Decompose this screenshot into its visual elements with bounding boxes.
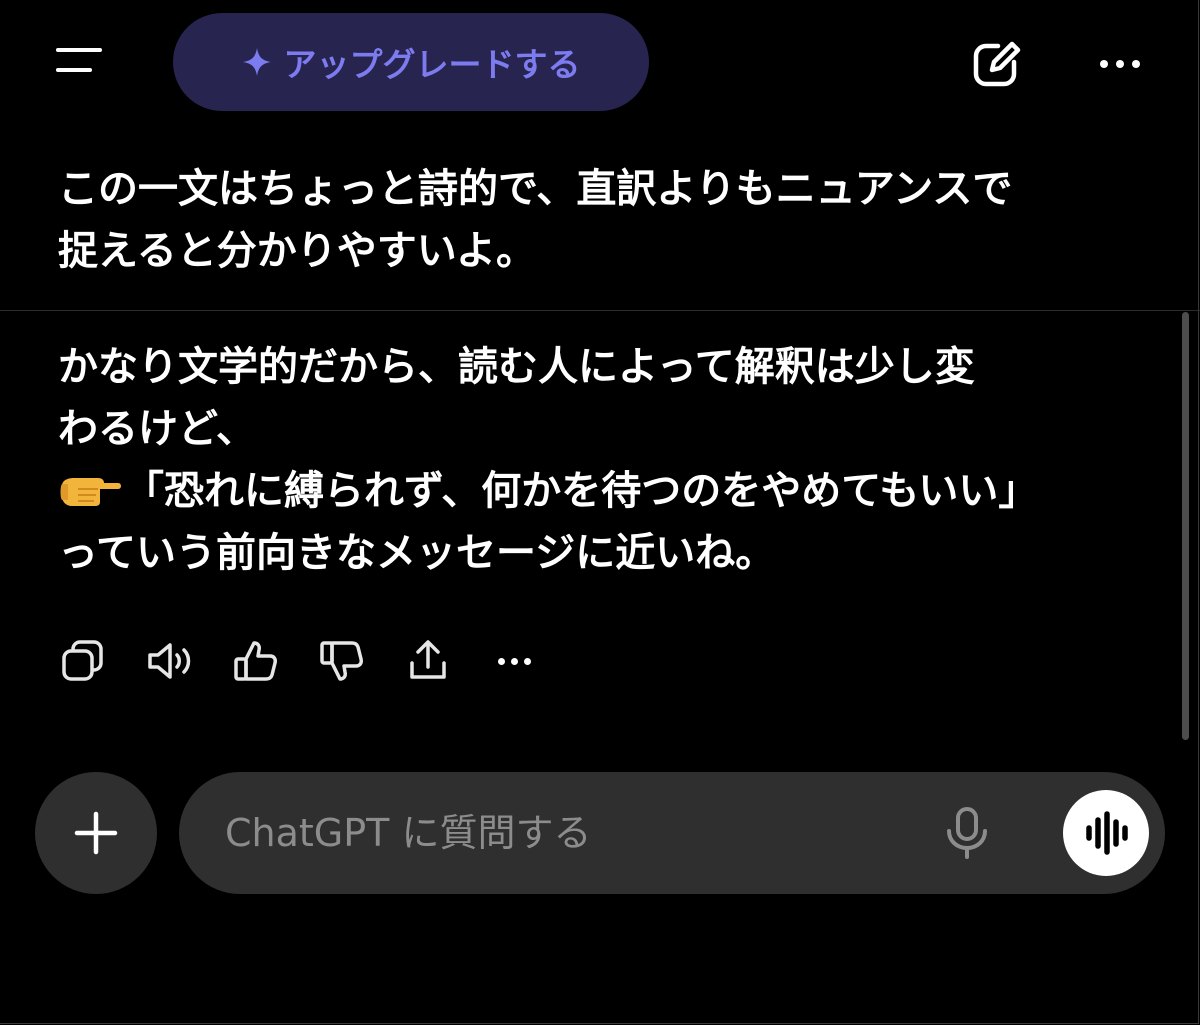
share-button[interactable]: [402, 635, 454, 687]
dictate-button[interactable]: [937, 803, 997, 863]
attach-button[interactable]: [35, 772, 157, 894]
more-dot: [523, 657, 531, 665]
more-horizontal-icon: [1100, 60, 1108, 68]
more-dot: [510, 657, 518, 665]
divider: [0, 310, 1200, 311]
menu-icon: [56, 48, 102, 52]
message-line-with-emoji: 「恐れに縛られず、何かを待つのをやめてもいい」: [58, 460, 1138, 522]
message-quote: 「恐れに縛られず、何かを待つのをやめてもいい」: [124, 468, 1039, 514]
prompt-input[interactable]: [225, 772, 925, 894]
message-line: かなり文学的だから、読む人によって解釈は少し変: [58, 344, 975, 390]
message-actions: [58, 635, 558, 687]
copy-icon: [62, 640, 103, 681]
share-icon: [410, 640, 446, 679]
message-more-button[interactable]: [488, 635, 540, 687]
upgrade-button[interactable]: アップグレードする: [173, 13, 649, 111]
read-aloud-button[interactable]: [144, 635, 196, 687]
new-chat-icon: [973, 41, 1021, 87]
top-bar: アップグレードする: [0, 0, 1200, 124]
voice-mode-icon: [1086, 811, 1128, 855]
more-dot: [1116, 60, 1124, 68]
menu-button[interactable]: [50, 40, 106, 84]
assistant-message: かなり文学的だから、読む人によって解釈は少し変 わるけど、 「恐れに縛られず、何…: [58, 336, 1138, 584]
pointing-right-emoji-icon: [60, 478, 121, 506]
read-aloud-icon: [148, 643, 191, 679]
upgrade-label: アップグレードする: [283, 45, 581, 84]
more-options-button[interactable]: [1090, 44, 1150, 84]
thumbs-up-button[interactable]: [230, 635, 282, 687]
more-dot: [1132, 60, 1140, 68]
thumbs-up-icon: [234, 641, 277, 681]
microphone-icon: [947, 807, 987, 859]
message-line: この一文はちょっと詩的で、直訳よりもニュアンスで: [58, 166, 1013, 212]
thumbs-down-button[interactable]: [316, 635, 368, 687]
menu-icon-line: [56, 68, 92, 72]
plus-icon: [74, 811, 118, 855]
thumbs-down-icon: [320, 641, 363, 681]
message-line: っていう前向きなメッセージに近いね。: [58, 530, 776, 576]
sparkle-icon: [242, 48, 271, 76]
assistant-message: この一文はちょっと詩的で、直訳よりもニュアンスで 捉えると分かりやすいよ。: [58, 158, 1138, 282]
message-line: 捉えると分かりやすいよ。: [58, 228, 536, 274]
more-horizontal-icon: [497, 657, 505, 665]
new-chat-button[interactable]: [968, 36, 1028, 92]
composer: [179, 772, 1165, 894]
message-line: わるけど、: [58, 406, 256, 452]
copy-button[interactable]: [58, 635, 110, 687]
voice-mode-button[interactable]: [1063, 790, 1149, 876]
scrollbar[interactable]: [1182, 312, 1189, 740]
